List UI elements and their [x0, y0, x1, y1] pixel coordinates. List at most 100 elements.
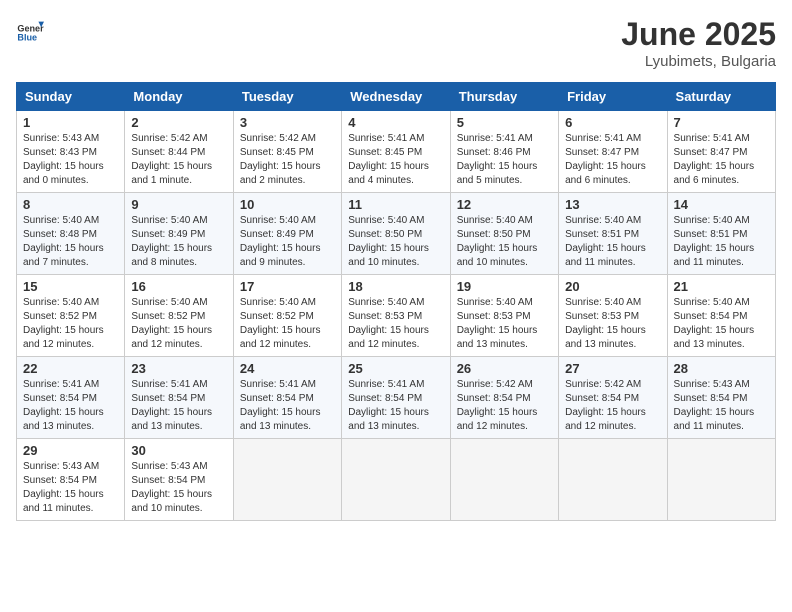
calendar-cell: [342, 439, 450, 521]
day-number: 29: [23, 443, 118, 458]
day-number: 15: [23, 279, 118, 294]
calendar-cell: 21 Sunrise: 5:40 AMSunset: 8:54 PMDayligh…: [667, 275, 775, 357]
day-number: 10: [240, 197, 335, 212]
calendar-cell: 7 Sunrise: 5:41 AMSunset: 8:47 PMDaylight…: [667, 111, 775, 193]
location-title: Lyubimets, Bulgaria: [621, 53, 776, 70]
day-number: 30: [131, 443, 226, 458]
week-row-5: 29 Sunrise: 5:43 AMSunset: 8:54 PMDayligh…: [17, 439, 776, 521]
day-number: 20: [565, 279, 660, 294]
day-info: Sunrise: 5:40 AMSunset: 8:50 PMDaylight:…: [348, 214, 443, 270]
calendar-cell: 1 Sunrise: 5:43 AMSunset: 8:43 PMDaylight…: [17, 111, 125, 193]
day-info: Sunrise: 5:40 AMSunset: 8:51 PMDaylight:…: [565, 214, 660, 270]
logo: General Blue: [16, 16, 44, 44]
week-row-4: 22 Sunrise: 5:41 AMSunset: 8:54 PMDayligh…: [17, 357, 776, 439]
day-number: 22: [23, 361, 118, 376]
calendar-cell: 12 Sunrise: 5:40 AMSunset: 8:50 PMDayligh…: [450, 193, 558, 275]
day-number: 14: [674, 197, 769, 212]
day-info: Sunrise: 5:43 AMSunset: 8:43 PMDaylight:…: [23, 132, 118, 188]
day-number: 16: [131, 279, 226, 294]
calendar-cell: 26 Sunrise: 5:42 AMSunset: 8:54 PMDayligh…: [450, 357, 558, 439]
day-info: Sunrise: 5:43 AMSunset: 8:54 PMDaylight:…: [23, 460, 118, 516]
day-info: Sunrise: 5:41 AMSunset: 8:46 PMDaylight:…: [457, 132, 552, 188]
week-row-3: 15 Sunrise: 5:40 AMSunset: 8:52 PMDayligh…: [17, 275, 776, 357]
calendar-cell: 5 Sunrise: 5:41 AMSunset: 8:46 PMDaylight…: [450, 111, 558, 193]
calendar-cell: 17Sunrise: 5:40 AMSunset: 8:52 PMDayligh…: [233, 275, 341, 357]
day-number: 5: [457, 115, 552, 130]
day-info: Sunrise: 5:40 AMSunset: 8:53 PMDaylight:…: [457, 296, 552, 352]
day-info: Sunrise: 5:41 AMSunset: 8:54 PMDaylight:…: [131, 378, 226, 434]
month-title: June 2025: [621, 16, 776, 53]
day-number: 12: [457, 197, 552, 212]
title-area: June 2025 Lyubimets, Bulgaria: [621, 16, 776, 70]
day-number: 2: [131, 115, 226, 130]
day-number: 27: [565, 361, 660, 376]
calendar-cell: 9Sunrise: 5:40 AMSunset: 8:49 PMDaylight…: [125, 193, 233, 275]
day-info: Sunrise: 5:42 AMSunset: 8:44 PMDaylight:…: [131, 132, 226, 188]
week-row-2: 8Sunrise: 5:40 AMSunset: 8:48 PMDaylight…: [17, 193, 776, 275]
calendar-cell: [559, 439, 667, 521]
day-number: 3: [240, 115, 335, 130]
day-number: 11: [348, 197, 443, 212]
calendar-cell: 28 Sunrise: 5:43 AMSunset: 8:54 PMDayligh…: [667, 357, 775, 439]
day-number: 25: [348, 361, 443, 376]
calendar-cell: 20 Sunrise: 5:40 AMSunset: 8:53 PMDayligh…: [559, 275, 667, 357]
day-info: Sunrise: 5:40 AMSunset: 8:50 PMDaylight:…: [457, 214, 552, 270]
calendar-cell: 22 Sunrise: 5:41 AMSunset: 8:54 PMDayligh…: [17, 357, 125, 439]
calendar-cell: 30 Sunrise: 5:43 AMSunset: 8:54 PMDayligh…: [125, 439, 233, 521]
header-wednesday: Wednesday: [342, 83, 450, 111]
day-info: Sunrise: 5:42 AMSunset: 8:54 PMDaylight:…: [565, 378, 660, 434]
day-info: Sunrise: 5:40 AMSunset: 8:52 PMDaylight:…: [131, 296, 226, 352]
day-number: 21: [674, 279, 769, 294]
day-number: 6: [565, 115, 660, 130]
calendar-cell: 13 Sunrise: 5:40 AMSunset: 8:51 PMDayligh…: [559, 193, 667, 275]
calendar-cell: 29 Sunrise: 5:43 AMSunset: 8:54 PMDayligh…: [17, 439, 125, 521]
day-info: Sunrise: 5:43 AMSunset: 8:54 PMDaylight:…: [131, 460, 226, 516]
page-header: General Blue June 2025 Lyubimets, Bulgar…: [16, 16, 776, 70]
day-number: 23: [131, 361, 226, 376]
day-number: 13: [565, 197, 660, 212]
header-saturday: Saturday: [667, 83, 775, 111]
calendar-cell: 10 Sunrise: 5:40 AMSunset: 8:49 PMDayligh…: [233, 193, 341, 275]
header-tuesday: Tuesday: [233, 83, 341, 111]
day-info: Sunrise: 5:41 AMSunset: 8:45 PMDaylight:…: [348, 132, 443, 188]
day-number: 26: [457, 361, 552, 376]
calendar-cell: [667, 439, 775, 521]
day-info: Sunrise: 5:43 AMSunset: 8:54 PMDaylight:…: [674, 378, 769, 434]
calendar-cell: 14Sunrise: 5:40 AMSunset: 8:51 PMDayligh…: [667, 193, 775, 275]
calendar-table: Sunday Monday Tuesday Wednesday Thursday…: [16, 82, 776, 521]
day-info: Sunrise: 5:40 AMSunset: 8:52 PMDaylight:…: [240, 296, 335, 352]
week-row-1: 1 Sunrise: 5:43 AMSunset: 8:43 PMDaylight…: [17, 111, 776, 193]
logo-icon: General Blue: [16, 16, 44, 44]
day-info: Sunrise: 5:40 AMSunset: 8:53 PMDaylight:…: [348, 296, 443, 352]
day-info: Sunrise: 5:41 AMSunset: 8:47 PMDaylight:…: [674, 132, 769, 188]
day-info: Sunrise: 5:41 AMSunset: 8:54 PMDaylight:…: [348, 378, 443, 434]
calendar-cell: 15Sunrise: 5:40 AMSunset: 8:52 PMDayligh…: [17, 275, 125, 357]
day-info: Sunrise: 5:40 AMSunset: 8:53 PMDaylight:…: [565, 296, 660, 352]
day-number: 28: [674, 361, 769, 376]
calendar-cell: 3Sunrise: 5:42 AMSunset: 8:45 PMDaylight…: [233, 111, 341, 193]
calendar-cell: [233, 439, 341, 521]
header-thursday: Thursday: [450, 83, 558, 111]
day-info: Sunrise: 5:40 AMSunset: 8:54 PMDaylight:…: [674, 296, 769, 352]
calendar-cell: 11 Sunrise: 5:40 AMSunset: 8:50 PMDayligh…: [342, 193, 450, 275]
day-info: Sunrise: 5:40 AMSunset: 8:49 PMDaylight:…: [240, 214, 335, 270]
day-number: 8: [23, 197, 118, 212]
weekday-header-row: Sunday Monday Tuesday Wednesday Thursday…: [17, 83, 776, 111]
day-info: Sunrise: 5:41 AMSunset: 8:54 PMDaylight:…: [23, 378, 118, 434]
header-monday: Monday: [125, 83, 233, 111]
calendar-cell: 23 Sunrise: 5:41 AMSunset: 8:54 PMDayligh…: [125, 357, 233, 439]
day-info: Sunrise: 5:42 AMSunset: 8:54 PMDaylight:…: [457, 378, 552, 434]
day-number: 4: [348, 115, 443, 130]
day-number: 7: [674, 115, 769, 130]
day-number: 24: [240, 361, 335, 376]
header-friday: Friday: [559, 83, 667, 111]
calendar-cell: 18 Sunrise: 5:40 AMSunset: 8:53 PMDayligh…: [342, 275, 450, 357]
day-number: 18: [348, 279, 443, 294]
calendar-cell: 4 Sunrise: 5:41 AMSunset: 8:45 PMDaylight…: [342, 111, 450, 193]
day-number: 19: [457, 279, 552, 294]
calendar-cell: 8Sunrise: 5:40 AMSunset: 8:48 PMDaylight…: [17, 193, 125, 275]
calendar-cell: 6 Sunrise: 5:41 AMSunset: 8:47 PMDaylight…: [559, 111, 667, 193]
day-number: 1: [23, 115, 118, 130]
calendar-cell: 24Sunrise: 5:41 AMSunset: 8:54 PMDayligh…: [233, 357, 341, 439]
day-info: Sunrise: 5:41 AMSunset: 8:47 PMDaylight:…: [565, 132, 660, 188]
